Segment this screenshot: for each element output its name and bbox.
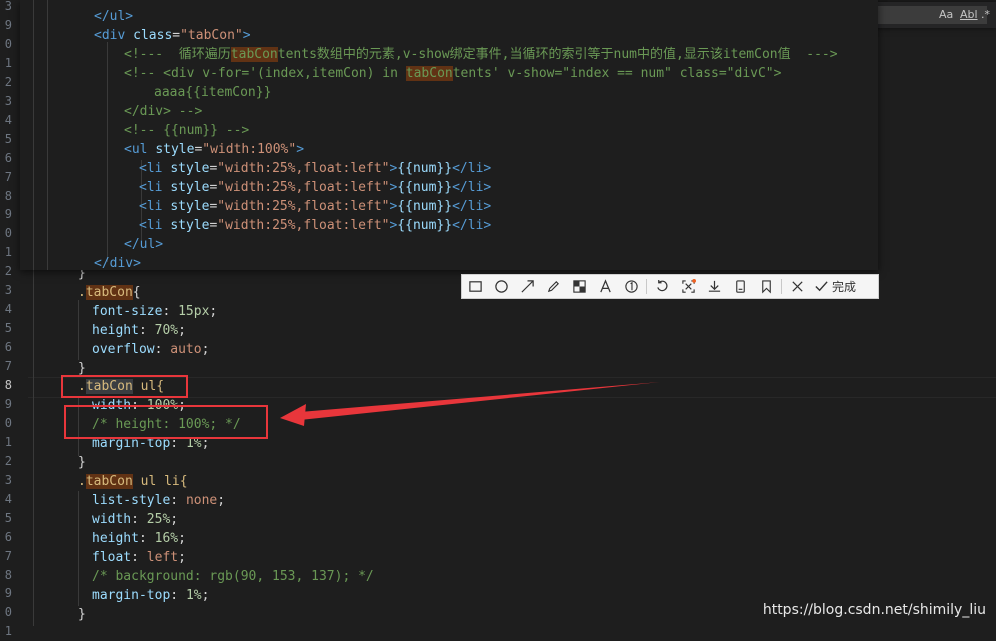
code-line: <ul style="width:100%"> <box>124 142 305 157</box>
code-line: height: 16%; <box>92 531 186 546</box>
code-line: <li style="width:25%,float:left">{{num}}… <box>139 199 492 214</box>
code-line: font-size: 15px; <box>92 304 218 319</box>
code-line: <!-- <div v-for='(index,itemCon) in tabC… <box>124 66 782 81</box>
mosaic-icon[interactable] <box>566 275 592 298</box>
code-line: height: 70%; <box>92 323 186 338</box>
circle-icon[interactable] <box>488 275 514 298</box>
code-line: width: 25%; <box>92 512 179 527</box>
undo-icon[interactable] <box>649 275 675 298</box>
number-icon[interactable] <box>618 275 644 298</box>
code-line: </ul> <box>124 237 164 252</box>
annotation-box-selector <box>61 375 188 398</box>
done-label: 完成 <box>832 280 857 294</box>
code-line: <li style="width:25%,float:left">{{num}}… <box>139 161 492 176</box>
pin-icon[interactable] <box>727 275 753 298</box>
peek-panel: </ul> <div class="tabCon"> <!--- 循环遍历tab… <box>20 0 878 271</box>
indent-guide <box>33 0 34 270</box>
indent-guide <box>107 42 108 262</box>
match-case-icon[interactable]: Aa <box>939 8 953 21</box>
toolbar-divider <box>646 279 647 294</box>
screenshot-toolbar: 完成 <box>461 274 879 299</box>
code-line: aaaa{{itemCon}} <box>154 85 272 100</box>
code-line: margin-top: 1%; <box>92 588 210 603</box>
pen-icon[interactable] <box>540 275 566 298</box>
code-line: <li style="width:25%,float:left">{{num}}… <box>139 180 492 195</box>
indent-guide <box>47 0 48 270</box>
toolbar-divider <box>781 279 782 294</box>
close-icon[interactable] <box>784 275 810 298</box>
code-line: </div> --> <box>124 104 203 119</box>
watermark-text: https://blog.csdn.net/shimily_liu <box>762 602 986 618</box>
code-line: <!-- {{num}} --> <box>124 123 250 138</box>
code-line: .tabCon ul li{ <box>78 474 188 489</box>
whole-word-icon[interactable]: Abl <box>960 8 978 21</box>
bookmark-icon[interactable] <box>753 275 779 298</box>
code-line: <!--- 循环遍历tabContents数组中的元素,v-show绑定事件,当… <box>124 47 838 62</box>
code-line: } <box>78 455 86 470</box>
code-line: <div class="tabCon"> <box>94 28 251 43</box>
code-line: /* background: rgb(90, 153, 137); */ <box>92 569 374 584</box>
ocr-icon[interactable] <box>675 275 701 298</box>
code-line: } <box>78 607 86 622</box>
arrow-icon[interactable] <box>514 275 540 298</box>
code-line: overflow: auto; <box>92 342 210 357</box>
code-line: .tabCon{ <box>78 285 141 300</box>
rectangle-icon[interactable] <box>462 275 488 298</box>
annotation-box-comment <box>64 405 268 439</box>
code-line: <li style="width:25%,float:left">{{num}}… <box>139 218 492 233</box>
download-icon[interactable] <box>701 275 727 298</box>
text-icon[interactable] <box>592 275 618 298</box>
check-icon <box>815 281 828 292</box>
done-button[interactable]: 完成 <box>810 278 860 295</box>
code-line: list-style: none; <box>92 493 226 508</box>
code-line: float: left; <box>92 550 186 565</box>
code-line: </div> <box>94 256 141 271</box>
regex-icon[interactable]: .* <box>981 8 990 21</box>
code-line: </ul> <box>94 9 134 24</box>
